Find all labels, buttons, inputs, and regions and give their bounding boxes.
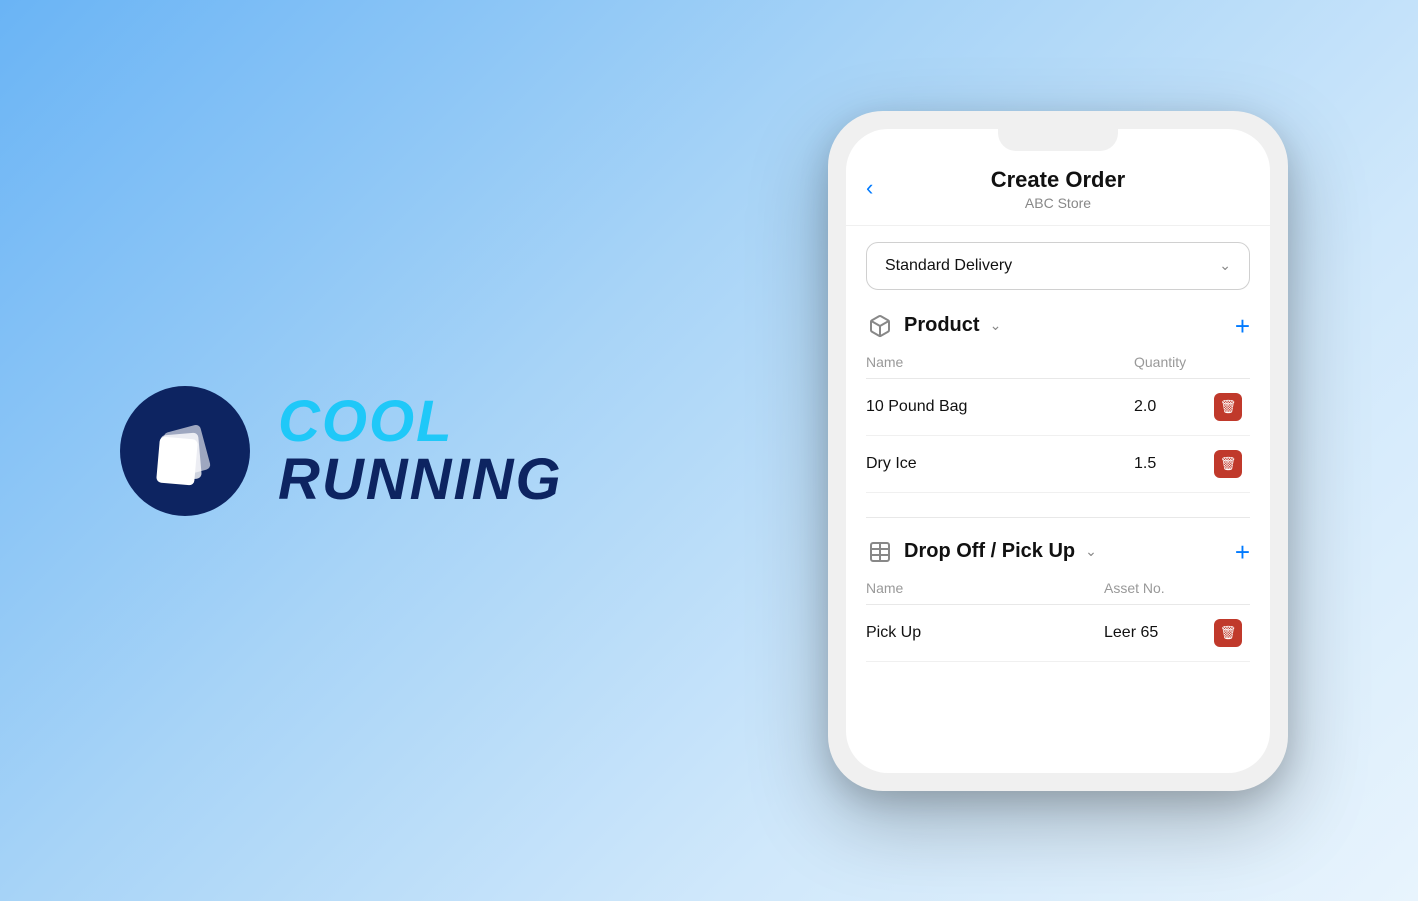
dropoff-row1-asset: Leer 65 bbox=[1104, 624, 1214, 642]
product-row2-delete-action: 🗑 bbox=[1214, 450, 1250, 478]
dropoff-section-left: Drop Off / Pick Up ⌄ bbox=[866, 538, 1097, 566]
chevron-down-icon: ⌄ bbox=[1219, 257, 1231, 274]
delete-dropoff-row1-button[interactable]: 🗑 bbox=[1214, 619, 1242, 647]
trash-icon: 🗑 bbox=[1220, 456, 1237, 472]
dropoff-icon bbox=[866, 538, 894, 566]
product-row2-qty: 1.5 bbox=[1134, 455, 1214, 473]
logo-icon bbox=[140, 406, 230, 496]
product-row1-delete-action: 🗑 bbox=[1214, 393, 1250, 421]
product-add-button[interactable]: + bbox=[1235, 313, 1250, 339]
dropoff-col-name-header: Name bbox=[866, 580, 1104, 596]
dropoff-add-button[interactable]: + bbox=[1235, 539, 1250, 565]
product-row1-name: 10 Pound Bag bbox=[866, 398, 1134, 416]
product-table-header: Name Quantity bbox=[866, 354, 1250, 379]
product-section-title: Product bbox=[904, 314, 980, 337]
dropoff-table-header: Name Asset No. bbox=[866, 580, 1250, 605]
product-row2-name: Dry Ice bbox=[866, 455, 1134, 473]
page-subtitle: ABC Store bbox=[866, 195, 1250, 211]
dropoff-section-title: Drop Off / Pick Up bbox=[904, 540, 1075, 563]
delete-row2-button[interactable]: 🗑 bbox=[1214, 450, 1242, 478]
dropoff-col-asset-header: Asset No. bbox=[1104, 580, 1214, 596]
phone-frame: ‹ Create Order ABC Store Standard Delive… bbox=[828, 111, 1288, 791]
product-section-header: Product ⌄ + bbox=[866, 312, 1250, 340]
dropoff-table: Name Asset No. Pick Up Leer 65 🗑 bbox=[866, 580, 1250, 662]
page-title: Create Order bbox=[866, 167, 1250, 193]
product-col-qty-header: Quantity bbox=[1134, 354, 1214, 370]
back-button[interactable]: ‹ bbox=[866, 175, 873, 201]
product-expand-icon[interactable]: ⌄ bbox=[990, 317, 1002, 334]
product-row1-qty: 2.0 bbox=[1134, 398, 1214, 416]
dropoff-row1-name: Pick Up bbox=[866, 624, 1104, 642]
logo-circle bbox=[120, 386, 250, 516]
phone-screen: ‹ Create Order ABC Store Standard Delive… bbox=[846, 129, 1270, 773]
product-section-left: Product ⌄ bbox=[866, 312, 1001, 340]
delivery-dropdown-value: Standard Delivery bbox=[885, 257, 1012, 275]
delivery-dropdown[interactable]: Standard Delivery ⌄ bbox=[866, 242, 1250, 290]
dropoff-expand-icon[interactable]: ⌄ bbox=[1085, 543, 1097, 560]
delete-row1-button[interactable]: 🗑 bbox=[1214, 393, 1242, 421]
dropoff-row1-delete-action: 🗑 bbox=[1214, 619, 1250, 647]
screen-header: ‹ Create Order ABC Store bbox=[846, 151, 1270, 226]
logo-section: COOL RUNNING bbox=[120, 386, 563, 516]
table-row: Pick Up Leer 65 🗑 bbox=[866, 605, 1250, 662]
table-row: 10 Pound Bag 2.0 🗑 bbox=[866, 379, 1250, 436]
logo-text-group: COOL RUNNING bbox=[278, 393, 563, 509]
product-table: Name Quantity 10 Pound Bag 2.0 🗑 bbox=[866, 354, 1250, 493]
table-row: Dry Ice 1.5 🗑 bbox=[866, 436, 1250, 493]
product-icon bbox=[866, 312, 894, 340]
dropoff-section-header: Drop Off / Pick Up ⌄ + bbox=[866, 538, 1250, 566]
trash-icon: 🗑 bbox=[1220, 625, 1237, 641]
screen-content: Standard Delivery ⌄ bbox=[846, 226, 1270, 773]
product-col-name-header: Name bbox=[866, 354, 1134, 370]
section-divider bbox=[866, 517, 1250, 518]
logo-cool: COOL bbox=[278, 393, 563, 451]
phone-mockup: ‹ Create Order ABC Store Standard Delive… bbox=[828, 111, 1288, 791]
phone-notch bbox=[998, 129, 1118, 151]
trash-icon: 🗑 bbox=[1220, 399, 1237, 415]
logo-running: RUNNING bbox=[278, 451, 563, 509]
